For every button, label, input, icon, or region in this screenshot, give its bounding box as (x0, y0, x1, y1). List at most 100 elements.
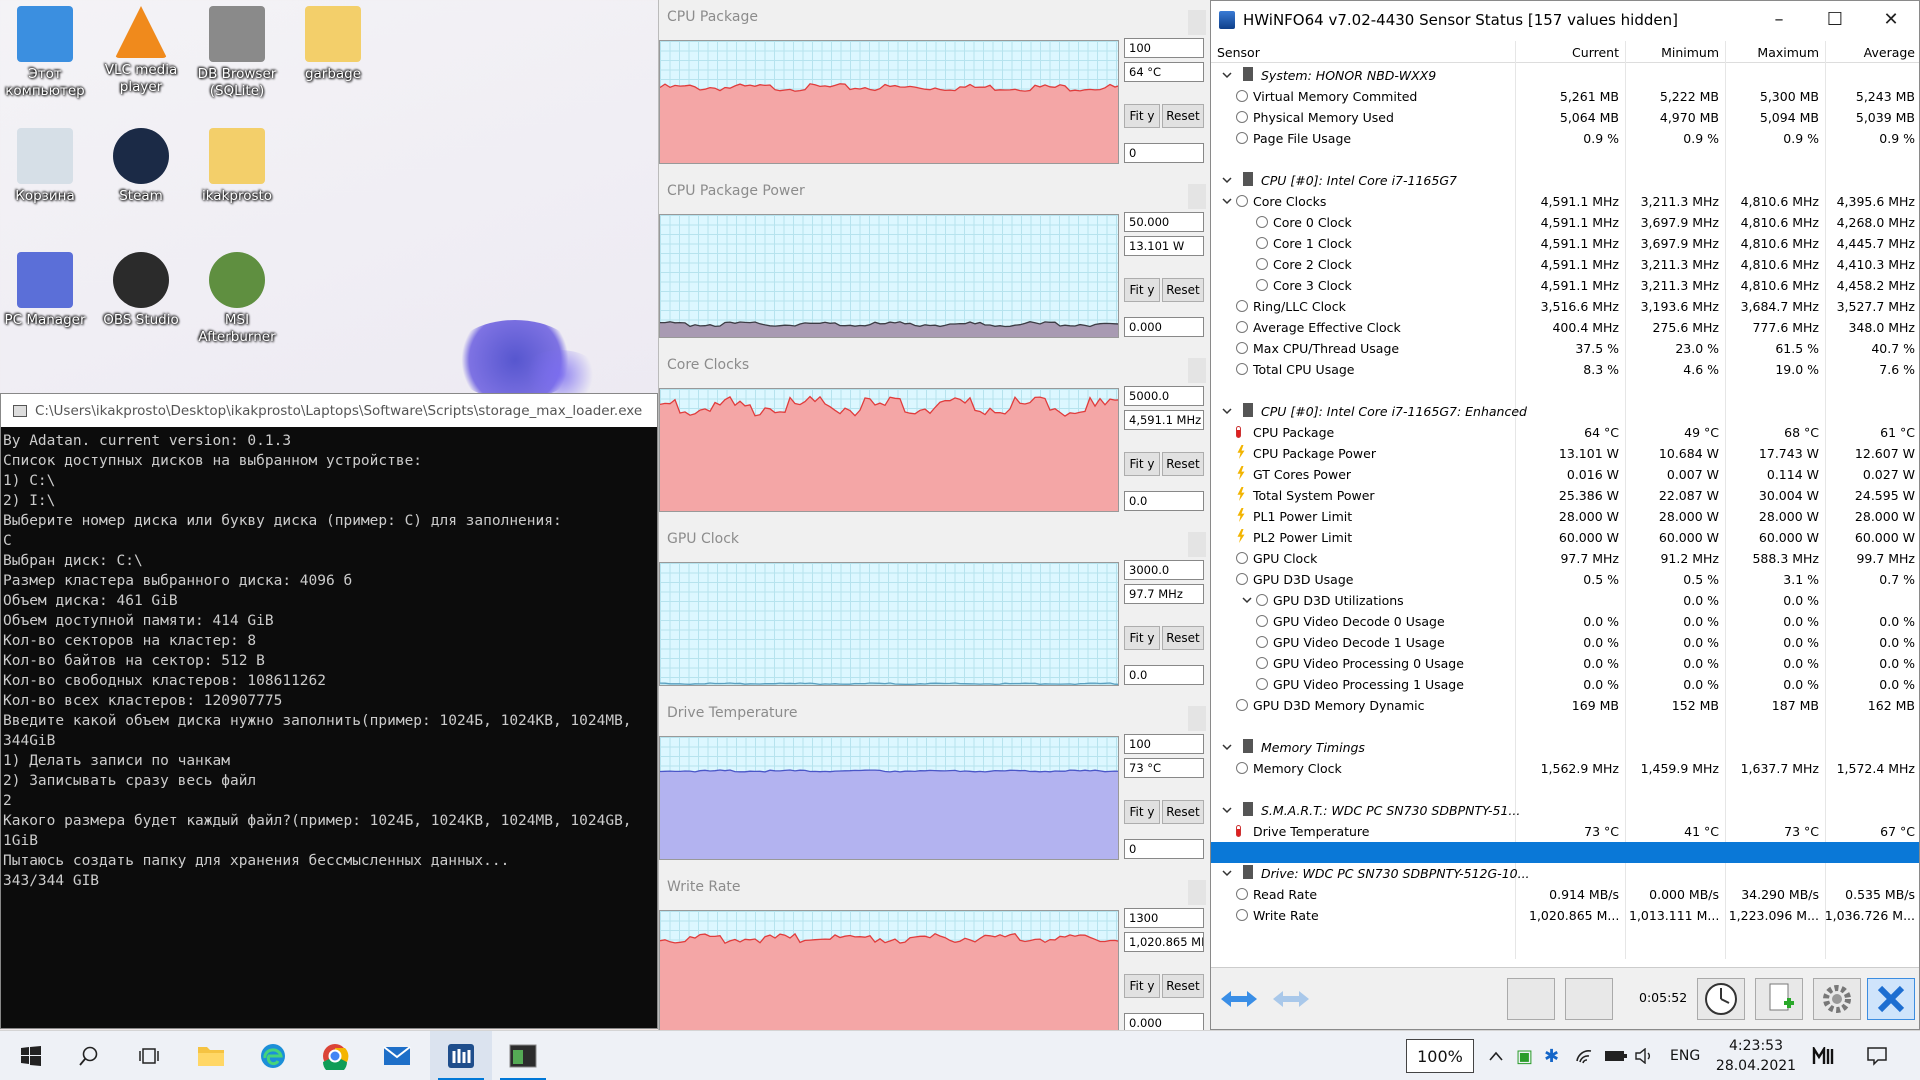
graph-min-value[interactable]: 0 (1124, 839, 1204, 859)
maximize-button[interactable]: ☐ (1807, 1, 1863, 39)
graph-max-value[interactable]: 50.000 (1124, 212, 1204, 232)
start-button[interactable] (0, 1031, 62, 1080)
sensor-row[interactable]: GPU Clock 97.7 MHz 91.2 MHz 588.3 MHz 99.7 M… (1211, 548, 1919, 569)
sensor-row[interactable]: Total CPU Usage 8.3 % 4.6 % 19.0 % 7.6 % (1211, 359, 1919, 380)
sensor-row[interactable]: GPU D3D Memory Dynamic 169 MB 152 MB 187 MB… (1211, 695, 1919, 716)
desktop-icon[interactable]: MSI Afterburner (192, 246, 282, 346)
graph-window[interactable]: GPU Clock 3000.0 97.7 MHz Fit y Reset 0.0 (658, 522, 1210, 696)
taskbar-console[interactable] (492, 1031, 554, 1080)
battery-icon[interactable] (1604, 1031, 1628, 1080)
fit-y-button[interactable]: Fit y (1124, 104, 1160, 128)
taskbar-explorer[interactable] (180, 1031, 242, 1080)
clock-icon[interactable] (1697, 978, 1745, 1020)
close-sensors-icon[interactable] (1867, 978, 1915, 1020)
sensor-row[interactable]: Core Clocks 4,591.1 MHz 3,211.3 MHz 4,810.6… (1211, 191, 1919, 212)
chevron-down-icon[interactable] (1221, 69, 1233, 81)
graph-handle[interactable] (1188, 880, 1206, 905)
sensor-row[interactable]: Core 3 Clock 4,591.1 MHz 3,211.3 MHz 4,810.… (1211, 275, 1919, 296)
sensor-row[interactable]: GPU Video Processing 0 Usage 0.0 % 0.0 % 0.… (1211, 653, 1919, 674)
fit-y-button[interactable]: Fit y (1124, 974, 1160, 998)
reset-button[interactable]: Reset (1162, 278, 1204, 302)
graph-handle[interactable] (1188, 706, 1206, 731)
desktop-icon[interactable]: DB Browser (SQLite) (192, 0, 282, 100)
sensor-row[interactable]: Core 2 Clock 4,591.1 MHz 3,211.3 MHz 4,810.… (1211, 254, 1919, 275)
fit-y-button[interactable]: Fit y (1124, 452, 1160, 476)
reset-button[interactable]: Reset (1162, 800, 1204, 824)
sensor-group[interactable]: S.M.A.R.T.: WDC PC SN730 SDBPNTY-51... (1211, 800, 1919, 821)
console-output[interactable]: By Adatan. current version: 0.1.3 Список… (1, 427, 657, 891)
sensor-group[interactable]: Memory Timings (1211, 737, 1919, 758)
console-titlebar[interactable]: C:\Users\ikakprosto\Desktop\ikakprosto\L… (1, 394, 657, 427)
desktop-icon[interactable]: PC Manager (0, 246, 90, 329)
column-maximum[interactable]: Maximum (1731, 45, 1819, 60)
fit-y-button[interactable]: Fit y (1124, 800, 1160, 824)
sensor-row[interactable]: GPU Video Processing 1 Usage 0.0 % 0.0 % 0.… (1211, 674, 1919, 695)
sensor-row[interactable]: Physical Memory Used 5,064 MB 4,970 MB 5,09… (1211, 107, 1919, 128)
graph-max-value[interactable]: 100 (1124, 734, 1204, 754)
sensor-row[interactable]: Core 0 Clock 4,591.1 MHz 3,697.9 MHz 4,810.… (1211, 212, 1919, 233)
sensor-group[interactable]: Drive: WDC PC SN730 SDBPNTY-512G-10... (1211, 863, 1919, 884)
taskbar-hwinfo[interactable] (430, 1031, 492, 1080)
chevron-down-icon[interactable] (1221, 867, 1233, 879)
volume-icon[interactable] (1634, 1031, 1654, 1080)
network-sync-icon[interactable] (1565, 978, 1613, 1020)
taskbar-edge[interactable] (242, 1031, 304, 1080)
hwinfo-window[interactable]: HWiNFO64 v7.02-4430 Sensor Status [157 v… (1210, 0, 1920, 1030)
nav-collapse-icon[interactable] (1269, 978, 1313, 1020)
search-button[interactable] (58, 1031, 120, 1080)
desktop-icon[interactable]: OBS Studio (96, 246, 186, 329)
sensor-row[interactable]: Write Rate 1,020.865 M... 1,013.111 M... 1,… (1211, 905, 1919, 926)
taskbar-mail[interactable] (366, 1031, 428, 1080)
sensor-row[interactable]: GPU Video Decode 1 Usage 0.0 % 0.0 % 0.0 % 0… (1211, 632, 1919, 653)
fit-y-button[interactable]: Fit y (1124, 626, 1160, 650)
desktop-icon[interactable]: ikakprosto (192, 122, 282, 205)
settings-gear-icon[interactable] (1813, 978, 1861, 1020)
desktop-icon[interactable]: VLC media player (96, 0, 186, 96)
desktop-icon[interactable]: Steam (96, 122, 186, 205)
reset-button[interactable]: Reset (1162, 452, 1204, 476)
reset-button[interactable]: Reset (1162, 974, 1204, 998)
graph-max-value[interactable]: 100 (1124, 38, 1204, 58)
graph-max-value[interactable]: 1300 (1124, 908, 1204, 928)
sensor-row[interactable]: PL1 Power Limit 28.000 W 28.000 W 28.000 W 2… (1211, 506, 1919, 527)
bluetooth-icon[interactable]: ✱ (1544, 1031, 1559, 1080)
clock[interactable]: 4:23:53 28.04.2021 (1714, 1031, 1798, 1080)
desktop-icon[interactable]: Корзина (0, 122, 90, 205)
sensor-row[interactable]: Drive Temperature 73 °C 41 °C 73 °C 67 °C (1211, 821, 1919, 842)
console-window[interactable]: C:\Users\ikakprosto\Desktop\ikakprosto\L… (0, 393, 658, 1029)
network-adapter-icon[interactable]: ▣ (1516, 1031, 1533, 1080)
column-average[interactable]: Average (1821, 45, 1915, 60)
chevron-down-icon[interactable] (1221, 405, 1233, 417)
selected-row[interactable] (1211, 842, 1919, 863)
graph-window[interactable]: Drive Temperature 100 73 °C Fit y Reset 0 (658, 696, 1210, 870)
wifi-icon[interactable] (1574, 1031, 1594, 1080)
desktop-icon[interactable]: Этот компьютер (0, 0, 90, 100)
minimize-button[interactable]: – (1751, 1, 1807, 39)
close-button[interactable]: ✕ (1863, 1, 1919, 39)
sensor-row[interactable]: PL2 Power Limit 60.000 W 60.000 W 60.000 W 6… (1211, 527, 1919, 548)
chevron-down-icon[interactable] (1221, 741, 1233, 753)
notifications-button[interactable] (1866, 1031, 1888, 1080)
fit-y-button[interactable]: Fit y (1124, 278, 1160, 302)
sensor-row[interactable]: Virtual Memory Commited 5,261 MB 5,222 MB 5… (1211, 86, 1919, 107)
column-current[interactable]: Current (1539, 45, 1619, 60)
sensor-group[interactable]: CPU [#0]: Intel Core i7-1165G7: Enhanced (1211, 401, 1919, 422)
chevron-down-icon[interactable] (1221, 195, 1233, 207)
sensor-row[interactable]: Ring/LLC Clock 3,516.6 MHz 3,193.6 MHz 3,68… (1211, 296, 1919, 317)
graph-handle[interactable] (1188, 532, 1206, 557)
desktop-icon[interactable]: garbage (288, 0, 378, 83)
graph-max-value[interactable]: 3000.0 (1124, 560, 1204, 580)
graph-window[interactable]: Core Clocks 5000.0 4,591.1 MHz Fit y Reset 0.… (658, 348, 1210, 522)
sensor-row[interactable]: GPU Video Decode 0 Usage 0.0 % 0.0 % 0.0 % 0… (1211, 611, 1919, 632)
graph-max-value[interactable]: 5000.0 (1124, 386, 1204, 406)
graph-handle[interactable] (1188, 184, 1206, 209)
network-monitor-icon[interactable] (1507, 978, 1555, 1020)
graph-min-value[interactable]: 0 (1124, 143, 1204, 163)
sensor-row[interactable]: GT Cores Power 0.016 W 0.007 W 0.114 W 0.027… (1211, 464, 1919, 485)
sensor-group[interactable]: System: HONOR NBD-WXX9 (1211, 65, 1919, 86)
sensor-row[interactable]: Average Effective Clock 400.4 MHz 275.6 MH… (1211, 317, 1919, 338)
chevron-down-icon[interactable] (1241, 594, 1253, 606)
graph-window[interactable]: Write Rate 1300 1,020.865 MI Fit y Reset 0.00… (658, 870, 1210, 1044)
input-language[interactable]: ENG (1670, 1031, 1700, 1080)
reset-button[interactable]: Reset (1162, 104, 1204, 128)
